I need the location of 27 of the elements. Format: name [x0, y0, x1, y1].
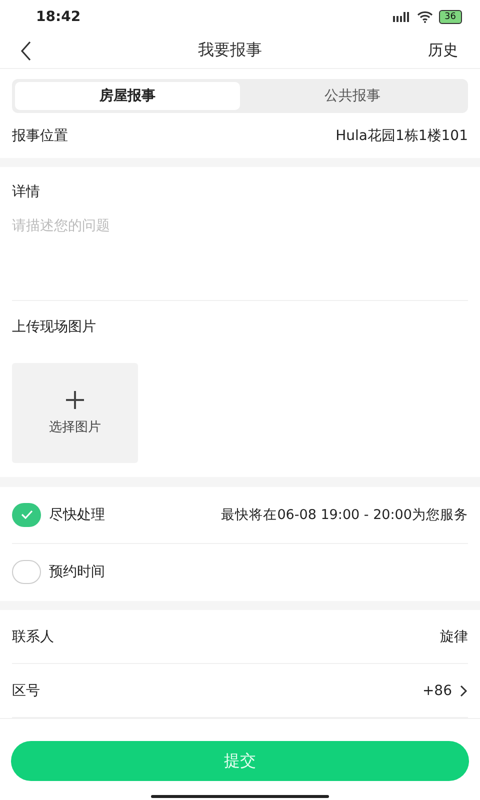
field-label: 联系人 [12, 628, 54, 646]
wifi-icon [416, 10, 433, 23]
upload-label: 上传现场图片 [12, 318, 96, 336]
location-label: 报事位置 [12, 126, 68, 145]
radio-button[interactable] [12, 502, 41, 527]
history-link[interactable]: 历史 [428, 41, 458, 60]
page-title: 我要报事 [198, 40, 262, 62]
plus-icon [65, 390, 85, 410]
choose-image-button[interactable]: 选择图片 [12, 363, 138, 464]
field-value: +86 [422, 682, 452, 699]
location-value: Hula花园1栋1楼101 [336, 126, 468, 145]
check-icon [20, 510, 32, 520]
field-value: 旋律 [440, 628, 468, 646]
radio-button[interactable] [12, 560, 41, 584]
option-label: 预约时间 [49, 563, 105, 582]
details-field[interactable]: 请描述您的问题 [12, 217, 468, 302]
back-icon[interactable] [20, 40, 32, 61]
option-label: 尽快处理 [49, 506, 105, 524]
service-time-note: 最快将在06-08 19:00 - 20:00为您服务 [221, 506, 468, 524]
signal-icon [392, 12, 411, 22]
details-label: 详情 [12, 183, 40, 202]
chevron-right-icon[interactable] [460, 684, 468, 697]
status-time: 18:42 [36, 8, 81, 25]
field-label: 区号 [12, 682, 40, 700]
tab[interactable]: 房屋报事 [15, 82, 240, 110]
tab[interactable]: 公共报事 [240, 82, 465, 110]
battery-icon: 36 [438, 10, 462, 24]
